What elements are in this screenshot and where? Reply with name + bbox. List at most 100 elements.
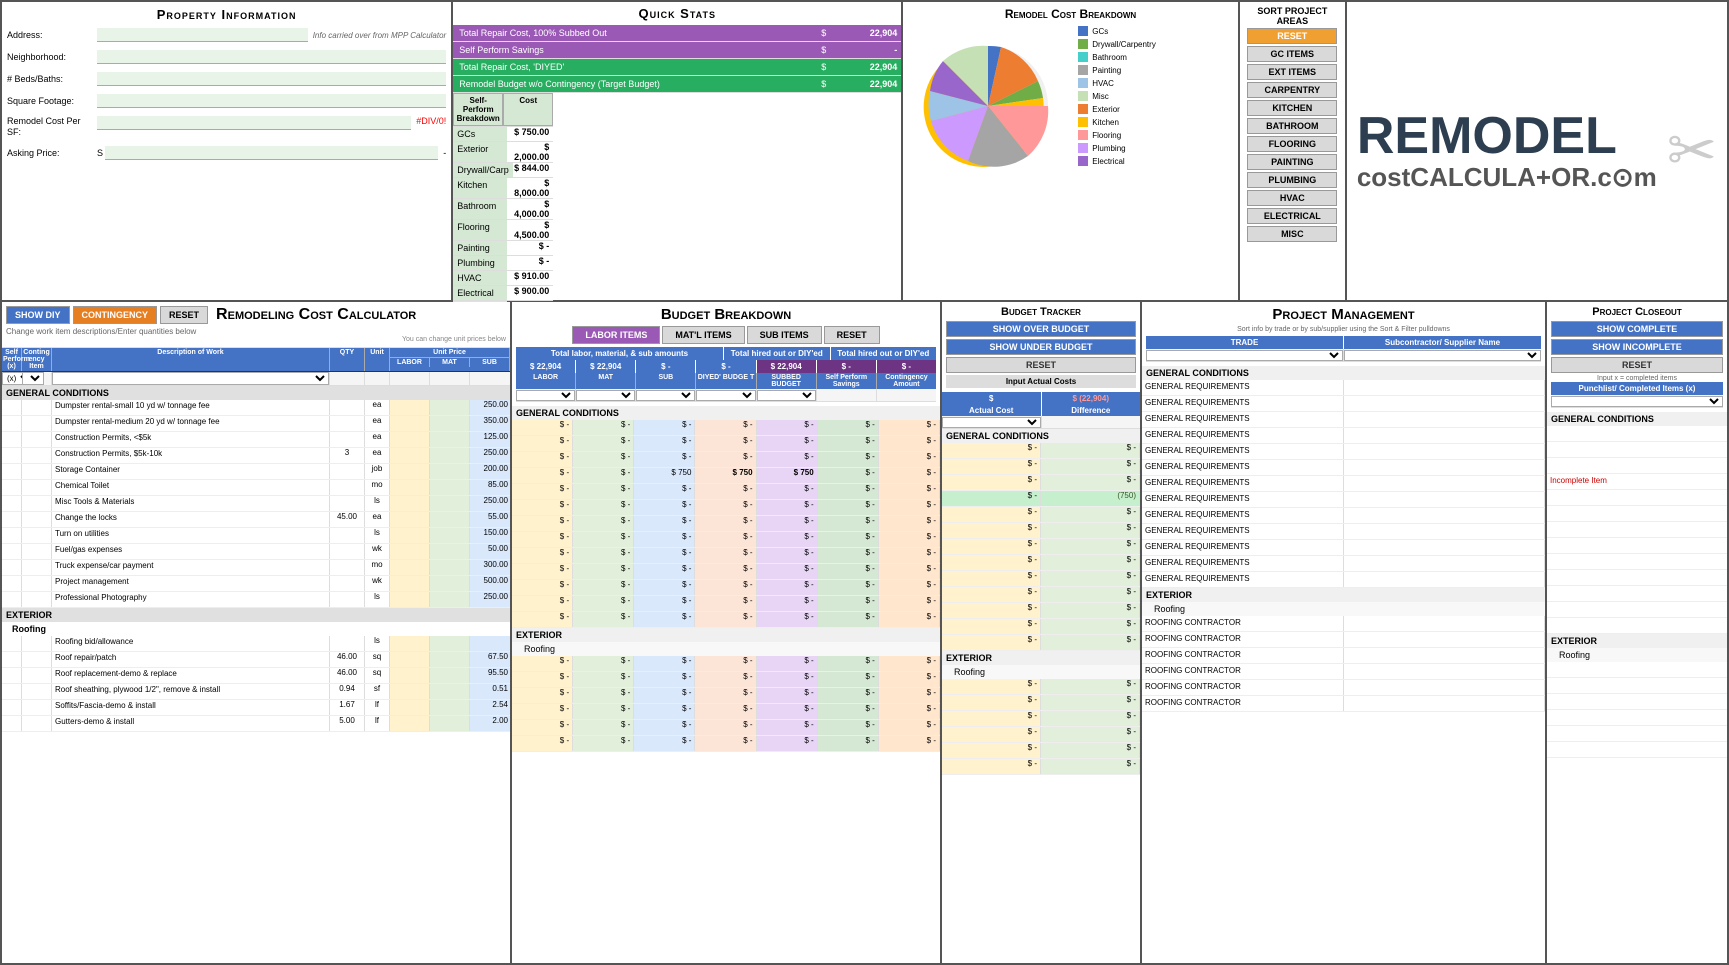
list-item: $ -(750): [942, 491, 1140, 507]
show-diy-button[interactable]: SHOW DIY: [6, 306, 70, 324]
list-item: [1547, 506, 1727, 522]
trade-label-4: Bathroom: [453, 199, 507, 219]
qs-value-1: -: [831, 45, 901, 55]
trade-label-9: Electrical: [453, 286, 507, 300]
table-row: Construction Permits, $5k-10k3ea250.00: [2, 448, 510, 464]
table-row: Soffits/Fascia-demo & install1.67lf2.54: [2, 700, 510, 716]
show-complete-button[interactable]: SHOW COMPLETE: [1551, 321, 1723, 337]
show-under-budget-button[interactable]: SHOW UNDER BUDGET: [946, 339, 1136, 355]
neighborhood-input[interactable]: [97, 50, 446, 64]
qs-value-2: 22,904: [831, 62, 901, 72]
list-item: $ -$ -$ -$ -$ -$ -$ -: [512, 452, 940, 468]
list-item: ROOFING CONTRACTOR: [1142, 680, 1545, 696]
list-item: GENERAL REQUIREMENTS: [1142, 412, 1545, 428]
pm-title: Project Management: [1146, 306, 1541, 323]
list-item: $ -$ -: [942, 459, 1140, 475]
contingency-filter[interactable]: [22, 372, 44, 385]
list-item: $ -$ -$ -$ -$ -$ -$ -: [512, 500, 940, 516]
trade-label-8: HVAC: [453, 271, 507, 285]
neighborhood-label: Neighborhood:: [7, 52, 97, 62]
table-row: Truck expense/car paymentmo300.00: [2, 560, 510, 576]
list-item: [1547, 554, 1727, 570]
gc-items-button[interactable]: GC ITEMS: [1247, 46, 1337, 62]
hvac-button[interactable]: HVAC: [1247, 190, 1337, 206]
list-item: $ -$ -: [942, 679, 1140, 695]
electrical-button[interactable]: ELECTRICAL: [1247, 208, 1337, 224]
pc-scroll-area[interactable]: GENERAL CONDITIONS Incomplete Item EXTER…: [1547, 412, 1727, 963]
carpentry-button[interactable]: CARPENTRY: [1247, 82, 1337, 98]
table-row: Storage Containerjob200.00: [2, 464, 510, 480]
trade-value-7: $ -: [507, 256, 553, 270]
bb-grand-total-7: $ -: [877, 360, 936, 373]
pm-col-trade: TRADE: [1146, 336, 1344, 349]
table-row: Dumpster rental-small 10 yd w/ tonnage f…: [2, 400, 510, 416]
desc-filter[interactable]: [52, 372, 329, 385]
trade-label-0: GCs: [453, 127, 507, 141]
beds-input[interactable]: [97, 72, 446, 86]
bb-grand-total-4: $ -: [696, 360, 756, 373]
flooring-button[interactable]: FLOORING: [1247, 136, 1337, 152]
list-item: $ -$ -: [942, 619, 1140, 635]
chart-legend: GCs Drywall/Carpentry Bathroom Painting …: [1068, 26, 1156, 186]
sqft-input[interactable]: [97, 94, 446, 108]
painting-button[interactable]: PAINTING: [1247, 154, 1337, 170]
sort-title: Sort Project Areas: [1244, 6, 1341, 26]
asking-input[interactable]: [105, 146, 438, 160]
trade-value-5: $ 4,500.00: [507, 220, 553, 240]
list-item: [1547, 522, 1727, 538]
list-item: ROOFING CONTRACTOR: [1142, 616, 1545, 632]
plumbing-button[interactable]: PLUMBING: [1247, 172, 1337, 188]
address-input[interactable]: [97, 28, 308, 42]
pc-reset-button[interactable]: RESET: [1551, 357, 1723, 373]
rcc-reset-button[interactable]: RESET: [160, 306, 208, 324]
rcc-scroll-area[interactable]: GENERAL CONDITIONS Dumpster rental-small…: [2, 386, 510, 963]
bb-col-labor: LABOR: [516, 373, 576, 389]
pm-filter-trade[interactable]: [1146, 350, 1343, 361]
ext-items-button[interactable]: EXT ITEMS: [1247, 64, 1337, 80]
bb-filter-3[interactable]: [636, 390, 695, 401]
col-unit-price-header: Unit Price: [390, 348, 509, 358]
list-item: [1547, 618, 1727, 634]
pc-filter[interactable]: [1551, 396, 1723, 407]
misc-button[interactable]: MISC: [1247, 226, 1337, 242]
section-exterior: EXTERIOR: [2, 608, 510, 622]
project-management-panel: Project Management Sort info by trade or…: [1142, 302, 1547, 963]
bt-reset-button[interactable]: RESET: [946, 357, 1136, 373]
contingency-button[interactable]: CONTINGENCY: [73, 306, 158, 324]
col-self-perform: Self Perform (x): [2, 348, 22, 371]
list-item: [1547, 678, 1727, 694]
bb-filter-1[interactable]: [516, 390, 575, 401]
sub-items-tab[interactable]: SUB ITEMS: [747, 326, 822, 344]
remodel-cost-input[interactable]: [97, 116, 411, 130]
logo-line1: REMODEL: [1357, 110, 1657, 162]
bt-filter-1[interactable]: [942, 417, 1041, 428]
bathroom-button[interactable]: BATHROOM: [1247, 118, 1337, 134]
pm-section-exterior: EXTERIOR: [1142, 588, 1545, 602]
bb-scroll-area[interactable]: GENERAL CONDITIONS $ -$ -$ -$ -$ -$ -$ -…: [512, 406, 940, 963]
bb-totals-label: Total labor, material, & sub amounts: [516, 347, 724, 360]
col-labor: LABOR: [390, 358, 430, 367]
bb-reset-button[interactable]: RESET: [824, 326, 880, 344]
pm-col-supplier: Subcontractor/ Supplier Name: [1344, 336, 1541, 349]
pm-section-general: GENERAL CONDITIONS: [1142, 366, 1545, 380]
bb-filter-4[interactable]: [696, 390, 755, 401]
bb-filter-5[interactable]: [757, 390, 816, 401]
labor-items-tab[interactable]: LABOR ITEMS: [572, 326, 660, 344]
beds-label: # Beds/Baths:: [7, 74, 97, 84]
bt-scroll-area[interactable]: GENERAL CONDITIONS $ -$ - $ -$ - $ -$ - …: [942, 429, 1140, 963]
matl-items-tab[interactable]: MAT'L ITEMS: [662, 326, 744, 344]
pm-scroll-area[interactable]: GENERAL CONDITIONS GENERAL REQUIREMENTS …: [1142, 366, 1545, 963]
show-over-budget-button[interactable]: SHOW OVER BUDGET: [946, 321, 1136, 337]
show-incomplete-button[interactable]: SHOW INCOMPLETE: [1551, 339, 1723, 355]
kitchen-button[interactable]: KITCHEN: [1247, 100, 1337, 116]
list-item: ROOFING CONTRACTOR: [1142, 664, 1545, 680]
list-item: $ -$ -: [942, 523, 1140, 539]
bb-filter-2[interactable]: [576, 390, 635, 401]
list-item: ROOFING CONTRACTOR: [1142, 696, 1545, 712]
bb-grand-total-1: $ 22,904: [516, 360, 576, 373]
pc-section-general: GENERAL CONDITIONS: [1547, 412, 1727, 426]
qs-label-2: Total Repair Cost, 'DIYED': [453, 59, 816, 75]
reset-button[interactable]: RESET: [1247, 28, 1337, 44]
pm-filter-supplier[interactable]: [1344, 350, 1541, 361]
list-item: GENERAL REQUIREMENTS: [1142, 524, 1545, 540]
